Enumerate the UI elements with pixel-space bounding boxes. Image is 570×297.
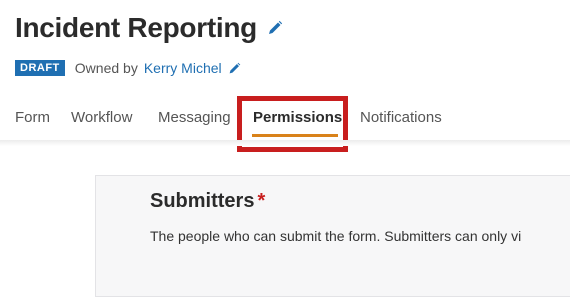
tab-form[interactable]: Form (15, 100, 50, 136)
meta-row: DRAFT Owned by Kerry Michel (15, 57, 241, 79)
edit-title-pencil-icon[interactable] (267, 20, 283, 36)
status-badge: DRAFT (15, 60, 65, 76)
tab-workflow[interactable]: Workflow (71, 100, 132, 136)
submitters-panel: Submitters * The people who can submit th… (95, 175, 570, 297)
section-description: The people who can submit the form. Subm… (150, 228, 522, 244)
title-row: Incident Reporting (15, 10, 283, 46)
section-title: Submitters * (150, 190, 265, 213)
page-title: Incident Reporting (15, 12, 257, 43)
owner-link[interactable]: Kerry Michel (144, 60, 222, 76)
tab-messaging[interactable]: Messaging (158, 100, 231, 136)
owned-by-label: Owned by (74, 60, 138, 76)
header-divider (0, 140, 570, 146)
tab-notifications[interactable]: Notifications (360, 100, 442, 136)
section-title-text: Submitters (150, 190, 255, 212)
required-marker: * (257, 190, 266, 212)
edit-owner-pencil-icon[interactable] (228, 62, 241, 75)
